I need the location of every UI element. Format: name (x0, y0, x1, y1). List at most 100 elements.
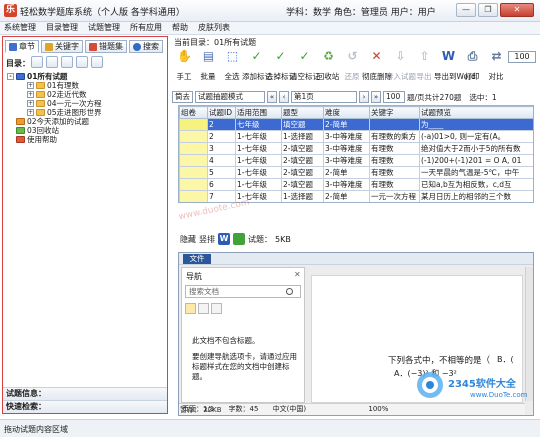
next-page-button[interactable]: › (359, 91, 369, 103)
close-icon[interactable]: ✕ (294, 270, 301, 279)
tree-label: 02走近代数 (47, 90, 87, 99)
folder-blue-icon (16, 73, 25, 80)
filter-bar: 筒去 试题抽题模式 « ‹ 第1页 › » 100 题/页共计270题 选中：1 (172, 90, 538, 104)
results-view-tab[interactable] (211, 303, 222, 314)
column-header[interactable]: 试题预览 (419, 106, 533, 119)
column-header[interactable]: 适用范围 (235, 106, 282, 119)
table-cell[interactable] (179, 154, 208, 167)
tree-node-today[interactable]: 02今天添加的试题 (7, 117, 167, 126)
table-row[interactable]: 2 七年级 填空题 2-简单 为____ (179, 118, 533, 131)
table-cell[interactable] (179, 118, 208, 131)
table-cell[interactable] (179, 178, 208, 191)
grid-header-row: 组卷 试题ID 适用范围 题型 难度 关键字 试题预览 (179, 106, 533, 119)
tree-node-geometry[interactable]: + 05走进图形世界 (7, 108, 167, 117)
column-header[interactable]: 组卷 (179, 106, 208, 119)
key-icon (45, 42, 53, 51)
word-icon[interactable]: W (218, 233, 230, 245)
question-info-header[interactable]: 试题信息： (3, 387, 167, 400)
toolbar-button[interactable]: ▤ 批量 (196, 47, 220, 87)
toolbar-button[interactable]: ⇩ 导入试题 (386, 47, 416, 87)
toolbar-button[interactable]: ⇧ 导出 (412, 47, 436, 87)
tree-node-help[interactable]: 使用帮助 (7, 135, 167, 144)
table-cell[interactable] (179, 166, 208, 179)
menu-skins[interactable]: 皮肤列表 (198, 22, 230, 34)
tree-node-linear-eq[interactable]: + 04一元一次方程 (7, 99, 167, 108)
toolbar-button[interactable]: ✋ 手工 (172, 47, 196, 87)
mode-select[interactable]: 试题抽题模式 (195, 91, 265, 103)
nav-hint: 要创建导航选项卡，请通过应用标题样式在您的文档中创建标题。 (192, 352, 297, 381)
search-icon[interactable] (286, 288, 293, 295)
table-cell[interactable] (179, 130, 208, 143)
page-select[interactable]: 第1页 (291, 91, 357, 103)
tree-node-algebra[interactable]: + 02走近代数 (7, 90, 167, 99)
menu-directory[interactable]: 目录管理 (46, 22, 78, 34)
tree-node-rational[interactable]: + 01有理数 (7, 81, 167, 90)
table-row[interactable]: 2 1-七年级 1-选择题 3-中等难度 有理数的乘方 (-a)01>0, 则一定有(A。 (179, 130, 533, 143)
table-row[interactable]: 4 1-七年级 2-填空题 3-中等难度 有理数 (-1)200+(-1)201 = O … (179, 154, 533, 167)
expand-icon[interactable]: + (27, 82, 34, 89)
move-up-button[interactable] (76, 56, 88, 68)
column-header[interactable]: 题型 (281, 106, 324, 119)
table-cell[interactable] (179, 142, 208, 155)
tree-node-recycle[interactable]: 03回收站 (7, 126, 167, 135)
expand-icon[interactable]: + (27, 91, 34, 98)
table-row[interactable]: 5 1-七年级 2-填空题 2-简单 有理数 一天早晨的气温是-5℃，中午 (179, 166, 533, 179)
save-icon[interactable] (233, 233, 245, 245)
column-header[interactable]: 试题ID (207, 106, 236, 119)
file-size-label: 暂存： (180, 406, 201, 414)
vertical-layout-button[interactable]: 竖排 (199, 234, 215, 245)
toolbar-button[interactable]: ⎙ 打印 (460, 47, 484, 87)
toolbar-button[interactable]: ↺ 还原 (340, 47, 364, 87)
collapse-icon[interactable]: - (7, 73, 14, 80)
menu-help[interactable]: 帮助 (172, 22, 188, 34)
table-cell: 2 (207, 130, 236, 143)
quick-search-header[interactable]: 快速检索： (3, 400, 167, 413)
table-cell[interactable] (180, 203, 208, 204)
headings-view-tab[interactable] (185, 303, 196, 314)
table-row[interactable]: 6 1-七年级 2-填空题 3-中等难度 有理数 已知a,b互为相反数，c,d互 (179, 178, 533, 191)
prev-page-button[interactable]: ‹ (279, 91, 289, 103)
menu-apps[interactable]: 所有应用 (130, 22, 162, 34)
folder-icon (36, 100, 45, 107)
toolbar-button[interactable]: ✓ 去掉标记 (266, 47, 296, 87)
minimize-button[interactable]: — (456, 3, 476, 17)
page-size-input[interactable]: 100 (383, 91, 405, 103)
nav-search-input[interactable]: 搜索文档 (185, 285, 301, 298)
toolbar-button[interactable]: ♻ 回收站 (316, 47, 340, 87)
count-input[interactable]: 100 (508, 51, 536, 63)
last-page-button[interactable]: » (371, 91, 381, 103)
expand-icon[interactable]: + (27, 109, 34, 116)
expand-icon[interactable]: + (27, 100, 34, 107)
table-cell[interactable] (179, 190, 208, 202)
hide-preview-button[interactable]: 隐藏 (180, 234, 196, 245)
table-row[interactable]: 3 1-七年级 2-填空题 3-中等难度 有理数 绝对值大于2而小于5的所有数 (179, 142, 533, 155)
word-file-tab[interactable]: 文件 (183, 254, 211, 264)
pages-view-tab[interactable] (198, 303, 209, 314)
restore-button[interactable]: ❐ (478, 3, 498, 17)
close-button[interactable]: ✕ (500, 3, 534, 17)
tree-node-all[interactable]: - 01所有试题 (7, 72, 167, 81)
clear-filter-button[interactable]: 筒去 (172, 91, 193, 103)
add-folder-button[interactable] (31, 56, 43, 68)
tab-keywords[interactable]: 关键字 (41, 40, 83, 53)
status-zoom[interactable]: 100% (308, 405, 388, 413)
menu-system[interactable]: 系统管理 (4, 22, 36, 34)
tab-chapters[interactable]: 章节 (5, 40, 39, 53)
column-header[interactable]: 难度 (323, 106, 370, 119)
column-header[interactable]: 关键字 (369, 106, 420, 119)
toolbar-button[interactable]: ✓ 清空标记 (290, 47, 320, 87)
move-down-button[interactable] (91, 56, 103, 68)
edit-folder-button[interactable] (46, 56, 58, 68)
menu-questions[interactable]: 试题管理 (88, 22, 120, 34)
table-cell: 3-中等难度 (323, 142, 370, 155)
toolbar-button[interactable]: W 导出到Word (434, 47, 476, 87)
first-page-button[interactable]: « (267, 91, 277, 103)
toolbar-button[interactable]: ⇄ 对比 (484, 47, 508, 87)
delete-folder-button[interactable] (61, 56, 73, 68)
app-title: 轻松数学题库系统（个人版 各学科通用） (20, 8, 185, 18)
toolbar-button[interactable]: ⬚ 全选 (220, 47, 244, 87)
toolbar-button[interactable]: ✓ 添加标记 (242, 47, 272, 87)
tab-wrong-set[interactable]: 错题集 (85, 40, 127, 53)
toolbar-button[interactable]: ✕ 彻底删除 (362, 47, 392, 87)
tab-search[interactable]: 搜索 (129, 40, 163, 53)
